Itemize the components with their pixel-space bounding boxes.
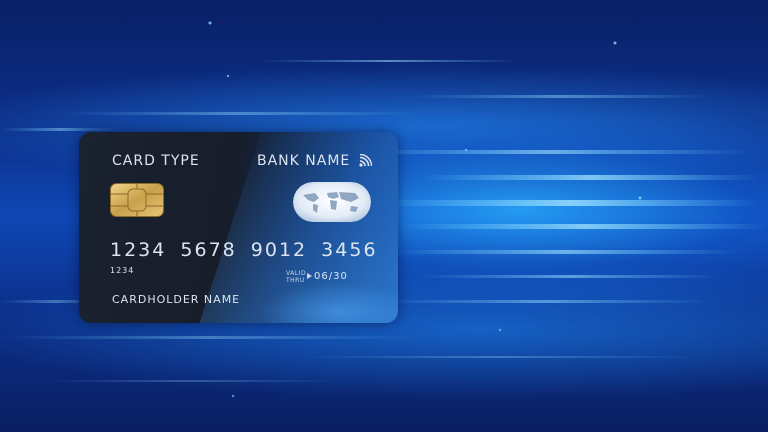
card-number: 1234 5678 9012 3456 [110, 239, 378, 261]
expiry-date: 06/30 [314, 271, 348, 282]
cardholder-name-label: CARDHOLDER NAME [112, 293, 241, 306]
credit-card: CARD TYPE BANK NAME 1234 5678 9012 3456 … [79, 132, 398, 323]
arrow-right-icon [307, 273, 312, 279]
card-chip-icon [110, 183, 164, 217]
card-type-label: CARD TYPE [112, 153, 200, 169]
bank-name-label: BANK NAME [257, 153, 351, 169]
world-map-globe-icon [293, 182, 371, 222]
valid-thru-label: VALID THRU [286, 270, 306, 284]
card-small-number: 1234 [110, 266, 135, 275]
valid-label: VALID [286, 270, 307, 277]
thru-label: THRU [286, 277, 305, 284]
contactless-wave-icon [359, 154, 372, 167]
background-scene: CARD TYPE BANK NAME 1234 5678 9012 3456 … [0, 0, 768, 432]
card-glow [259, 282, 398, 323]
